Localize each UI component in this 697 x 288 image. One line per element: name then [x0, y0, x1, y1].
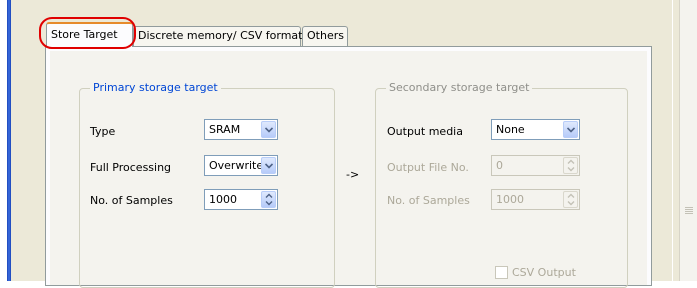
spin-arrows-icon[interactable]	[563, 191, 578, 208]
output-file-no-label: Output File No.	[387, 161, 469, 174]
primary-storage-group: Primary storage target Type SRAM Full Pr…	[79, 81, 335, 288]
primary-storage-title: Primary storage target	[90, 81, 221, 95]
csv-output-label: CSV Output	[512, 266, 576, 279]
full-processing-value: Overwrite	[209, 159, 264, 172]
tab-panel-store-target: Primary storage target Type SRAM Full Pr…	[45, 46, 652, 288]
secondary-samples-value: 1000	[496, 193, 524, 206]
primary-samples-label: No. of Samples	[90, 194, 173, 207]
scrollbar-vertical[interactable]	[679, 0, 697, 281]
transfer-arrow-label: ->	[346, 168, 360, 181]
tab-store-target[interactable]: Store Target	[46, 22, 133, 47]
full-processing-label: Full Processing	[90, 161, 172, 174]
type-label: Type	[90, 125, 116, 138]
tab-discrete-memory-csv-format[interactable]: Discrete memory/ CSV format	[133, 26, 302, 46]
secondary-samples-label: No. of Samples	[387, 194, 470, 207]
secondary-samples-spinner[interactable]: 1000	[491, 189, 580, 210]
primary-samples-value: 1000	[209, 193, 237, 206]
chevron-down-icon[interactable]	[261, 157, 276, 174]
output-file-no-spinner[interactable]: 0	[491, 155, 580, 176]
scroll-grip-icon	[685, 206, 693, 216]
csv-output-checkbox[interactable]	[495, 266, 508, 279]
output-media-value: None	[496, 123, 525, 136]
dialog-window: Store Target Discrete memory/ CSV format…	[0, 0, 697, 288]
spin-arrows-icon[interactable]	[261, 191, 276, 208]
panel-edge	[672, 0, 673, 281]
chevron-down-icon[interactable]	[563, 121, 578, 138]
full-processing-select[interactable]: Overwrite	[204, 155, 278, 176]
output-media-select[interactable]: None	[491, 119, 580, 140]
output-file-no-value: 0	[496, 159, 503, 172]
output-media-label: Output media	[387, 125, 463, 138]
primary-samples-spinner[interactable]: 1000	[204, 189, 278, 210]
chevron-down-icon[interactable]	[261, 121, 276, 138]
secondary-storage-group: Secondary storage target Output media No…	[375, 81, 628, 288]
type-value: SRAM	[209, 123, 241, 136]
secondary-storage-title: Secondary storage target	[386, 81, 533, 95]
spin-arrows-icon[interactable]	[563, 157, 578, 174]
tab-others[interactable]: Others	[302, 26, 348, 46]
type-select[interactable]: SRAM	[204, 119, 278, 140]
tab-panel-body: Primary storage target Type SRAM Full Pr…	[50, 51, 647, 288]
